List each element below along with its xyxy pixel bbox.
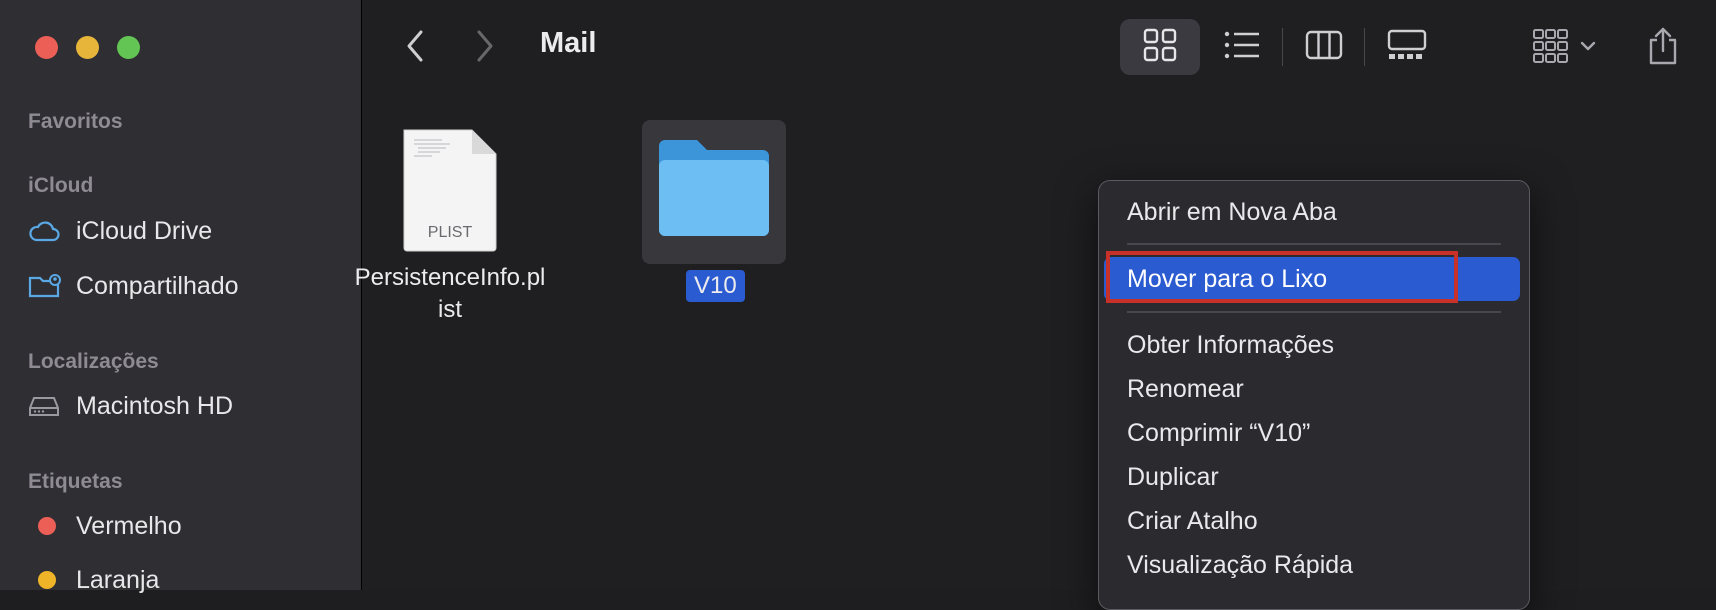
cloud-icon xyxy=(28,216,64,246)
sidebar-item-tag-laranja[interactable]: Laranja xyxy=(28,560,159,600)
sidebar-item-icloud-drive[interactable]: iCloud Drive xyxy=(28,211,212,251)
red-tag-dot xyxy=(38,517,56,535)
menu-item-abrir-em-nova-aba[interactable]: Abrir em Nova Aba xyxy=(1127,194,1337,230)
toolbar-divider xyxy=(1364,28,1365,66)
sidebar: Favoritos iCloud iCloud Drive Compartilh… xyxy=(0,0,362,594)
list-view-button[interactable] xyxy=(1204,19,1280,75)
menu-item-duplicar[interactable]: Duplicar xyxy=(1127,459,1219,495)
tags-section-title: Etiquetas xyxy=(28,470,123,493)
locations-section-title: Localizações xyxy=(28,350,159,373)
gallery-view-button[interactable] xyxy=(1368,19,1446,75)
toolbar-divider xyxy=(1282,28,1283,66)
group-by-icon xyxy=(1532,28,1600,69)
minimize-button[interactable] xyxy=(76,36,99,59)
chevron-right-icon xyxy=(475,29,495,68)
sidebar-item-label: iCloud Drive xyxy=(76,216,213,245)
menu-item-criar-atalho[interactable]: Criar Atalho xyxy=(1127,503,1258,539)
file-name: PersistenceInfo.pl ist xyxy=(345,262,555,326)
file-name-line: PersistenceInfo.pl xyxy=(354,264,546,291)
file-type-badge: PLIST xyxy=(427,224,473,241)
share-icon xyxy=(1647,26,1679,71)
close-button[interactable] xyxy=(35,36,58,59)
hard-drive-icon xyxy=(28,391,64,421)
sidebar-item-label: Compartilhado xyxy=(76,271,239,300)
zoom-button[interactable] xyxy=(117,36,140,59)
group-by-button[interactable] xyxy=(1526,22,1606,74)
sidebar-item-compartilhado[interactable]: Compartilhado xyxy=(28,266,239,306)
sidebar-item-macintosh-hd[interactable]: Macintosh HD xyxy=(28,386,233,426)
sidebar-item-label: Macintosh HD xyxy=(76,391,233,420)
folder-selection-background xyxy=(642,120,786,264)
file-name-selected: V10 xyxy=(686,270,745,302)
folder-icon xyxy=(655,136,773,249)
document-icon: PLIST xyxy=(402,128,498,252)
main-content: Mail PLIST PersistenceInfo.pl ist V10 Ab… xyxy=(355,0,1716,610)
menu-item-obter-informacoes[interactable]: Obter Informações xyxy=(1127,327,1334,363)
column-view-button[interactable] xyxy=(1286,19,1362,75)
gallery-view-icon xyxy=(1387,29,1427,66)
toolbar: Mail xyxy=(362,0,1716,96)
sidebar-item-label: Laranja xyxy=(76,565,160,594)
menu-item-visualizacao-rapida[interactable]: Visualização Rápida xyxy=(1127,547,1353,583)
share-button[interactable] xyxy=(1638,22,1688,74)
back-button[interactable] xyxy=(402,28,428,68)
list-view-icon xyxy=(1224,30,1260,65)
icloud-section-title: iCloud xyxy=(28,174,94,197)
annotation-red-box xyxy=(1106,251,1458,303)
favorites-section-title: Favoritos xyxy=(28,110,123,133)
forward-button[interactable] xyxy=(472,28,498,68)
sidebar-item-tag-vermelho[interactable]: Vermelho xyxy=(28,506,182,546)
context-menu: Abrir em Nova Aba Mover para o Lixo Obte… xyxy=(1098,180,1530,610)
menu-item-renomear[interactable]: Renomear xyxy=(1127,371,1244,407)
menu-item-comprimir[interactable]: Comprimir “V10” xyxy=(1127,415,1310,451)
shared-folder-icon xyxy=(28,271,64,301)
file-persistenceinfo-plist[interactable]: PLIST PersistenceInfo.pl ist xyxy=(355,128,545,326)
column-view-icon xyxy=(1305,30,1343,65)
window-title: Mail xyxy=(540,27,597,59)
file-name-line: ist xyxy=(438,296,462,323)
menu-separator xyxy=(1127,243,1501,245)
menu-separator xyxy=(1127,311,1501,313)
orange-tag-dot xyxy=(38,571,56,589)
folder-v10[interactable]: V10 xyxy=(642,120,786,302)
grid-view-icon xyxy=(1143,28,1177,67)
grid-view-button[interactable] xyxy=(1120,19,1200,75)
chevron-left-icon xyxy=(405,29,425,68)
sidebar-item-label: Vermelho xyxy=(76,511,182,540)
